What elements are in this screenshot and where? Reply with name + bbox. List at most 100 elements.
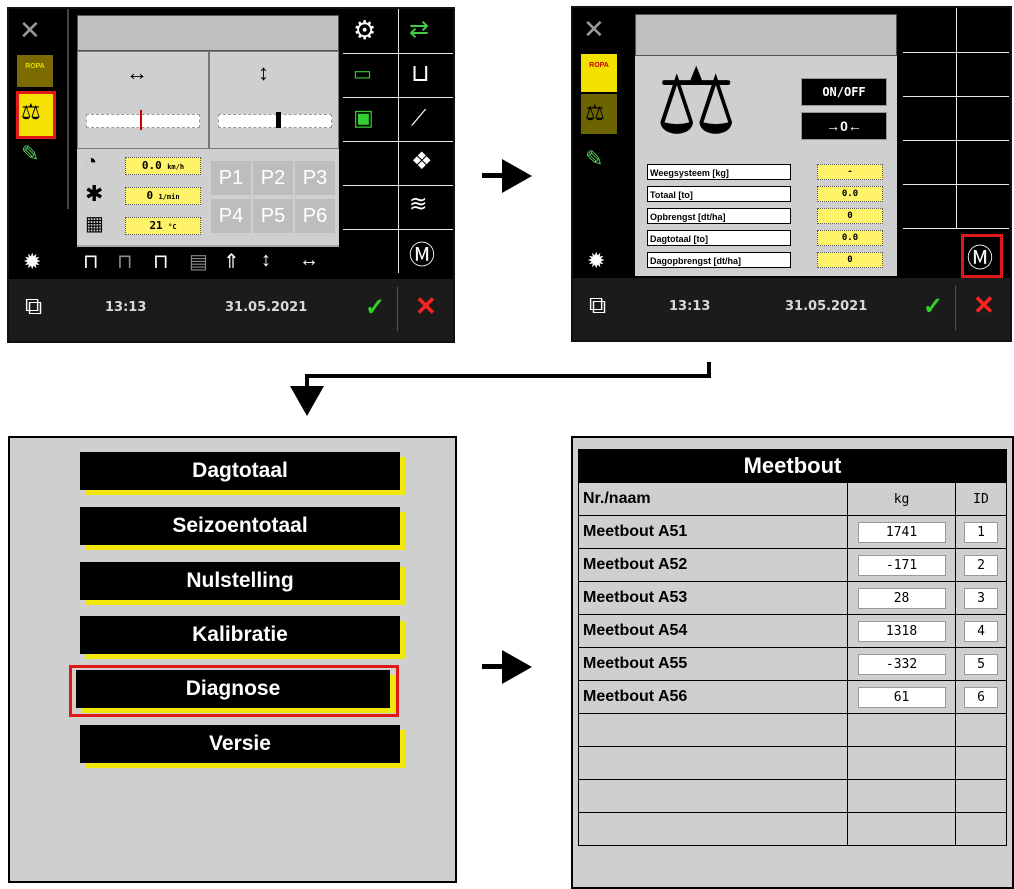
menu-m-icon-2: Ⓜ [967,243,994,273]
kg-value: -171 [857,554,946,576]
clock-date-2: 31.05.2021 [785,299,868,314]
table-row[interactable]: Meetbout A55 -332 5 [577,647,1007,681]
confirm-check-icon-2[interactable]: ✓ [923,292,943,321]
seat-icon[interactable]: ⊓ [117,249,133,274]
row-label: Dagopbrengst [dt/ha] [647,252,791,268]
brightness-icon[interactable]: ✹ [23,249,41,275]
window-switch-icon[interactable]: ⧉ [25,293,42,321]
axle-icon[interactable]: ↕ [261,249,271,272]
meetbout-name: Meetbout A51 [577,515,849,549]
left-sidebar-2: ✕ ROPA ⚖ ✎ ✹ [573,8,627,278]
row-label: Opbrengst [dt/ha] [647,208,791,224]
transfer-icon[interactable]: ⇄ [409,15,429,44]
width-icon[interactable]: ↔ [299,249,319,272]
bottom-icon-strip: ⊓ ⊓ ⊓ ▤ ⇑ ↕ ↔ [77,245,339,275]
module-icon[interactable]: ▣ [353,105,374,131]
table-row[interactable]: Meetbout A53 28 3 [577,581,1007,615]
arrow-right-1 [502,159,532,193]
onoff-button[interactable]: ON/OFF [801,78,887,106]
terminal-screen-weighing: ✕ ROPA ⚖ ✎ ✹ ⚖ ON/OFF →0← Weegsysteem [k… [571,6,1012,342]
right-empty-column: Ⓜ [903,8,1009,278]
id-value: 6 [964,686,998,708]
menu-nulstelling[interactable]: Nulstelling [80,562,400,600]
notebook-icon[interactable]: ✎ [21,141,39,167]
preset-p5[interactable]: P5 [253,199,293,233]
kg-value: 1741 [857,521,946,543]
row-value: - [817,164,883,180]
preset-p6[interactable]: P6 [295,199,335,233]
weighing-panel: ⚖ ON/OFF →0← Weegsysteem [kg] - Totaal [… [635,14,897,276]
meetbout-name: Meetbout A54 [577,614,849,648]
scale-icon-2: ⚖ [585,100,605,125]
connector-horizontal [305,374,711,378]
menu-versie[interactable]: Versie [80,725,400,763]
cancel-x-icon-2[interactable]: ✕ [973,290,995,321]
settings-cycle-icon[interactable]: ⚙ [353,15,376,46]
kg-value: 1318 [857,620,946,642]
kg-value: 28 [857,587,946,609]
steering-icon[interactable]: ⊓ [153,249,169,274]
panel-icon[interactable]: ▤ [189,249,208,274]
track-width-panel: ↔ [77,51,209,149]
status-bar: ⧉ 13:13 31.05.2021 ✓ ✕ [9,279,453,341]
row-dagopbrengst: Dagopbrengst [dt/ha] 0 [647,250,887,272]
row-value: 0 [817,252,883,268]
empty-row [577,746,1007,780]
arrow-down [290,386,324,416]
table-header-row: Nr./naam kg ID [577,482,1007,516]
left-sidebar: ✕ ROPA ⚖ ✎ ✹ [9,9,69,279]
meetbout-name: Meetbout A53 [577,581,849,615]
clock-time-2: 13:13 [669,299,711,314]
empty-row [577,713,1007,747]
table-row[interactable]: Meetbout A51 1741 1 [577,515,1007,549]
preset-p4[interactable]: P4 [211,199,251,233]
wrench-icon[interactable]: ✕ [19,15,41,46]
menu-diagnose[interactable]: Diagnose [76,670,390,708]
cancel-x-icon[interactable]: ✕ [415,291,437,322]
preset-p1[interactable]: P1 [211,161,251,195]
terminal-screen-main: ✕ ROPA ⚖ ✎ ✹ ↔ ↕ ◔ 0.0 km/h ✱ 0 1/min ▦ … [7,7,455,343]
row-weegsysteem: Weegsysteem [kg] - [647,162,887,184]
row-value: 0.0 [817,186,883,202]
row-dagtotaal: Dagtotaal [to] 0.0 [647,228,887,250]
meetbout-name: Meetbout A52 [577,548,849,582]
status-bar-2: ⧉ 13:13 31.05.2021 ✓ ✕ [573,278,1010,340]
table-row[interactable]: Meetbout A56 61 6 [577,680,1007,714]
row-opbrengst: Opbrengst [dt/ha] 0 [647,206,887,228]
menu-panel: Dagtotaal Seizoentotaal Nulstelling Kali… [8,436,457,883]
menu-kalibratie[interactable]: Kalibratie [80,616,400,654]
window-switch-icon-2[interactable]: ⧉ [589,292,606,320]
preset-p3[interactable]: P3 [295,161,335,195]
menu-dagtotaal[interactable]: Dagtotaal [80,452,400,490]
meetbout-table: Nr./naam kg ID Meetbout A51 1741 1 Meetb… [577,482,1007,846]
cabin-icon[interactable]: ⊓ [83,249,99,274]
notebook-icon-2[interactable]: ✎ [585,146,603,172]
id-value: 3 [964,587,998,609]
track-bar [86,114,200,128]
meetbout-name: Meetbout A55 [577,647,849,681]
battery-icon[interactable]: ▭ [353,61,372,86]
meetbout-name: Meetbout A56 [577,680,849,714]
cleaner-icon[interactable]: ❖ [411,147,433,176]
zero-button[interactable]: →0← [801,112,887,140]
table-row[interactable]: Meetbout A52 -171 2 [577,548,1007,582]
ropa-logo-2: ROPA [581,54,617,92]
confirm-check-icon[interactable]: ✓ [365,293,385,322]
right-icon-column: ⚙ ⇄ ▭ ⊔ ▣ ⟋ ❖ ≋ Ⓜ [343,9,453,279]
menu-seizoentotaal[interactable]: Seizoentotaal [80,507,400,545]
height-icon: ↕ [258,60,269,85]
row-label: Dagtotaal [to] [647,230,791,246]
lift-icon[interactable]: ⇑ [223,249,240,274]
balance-scale-icon: ⚖ [655,51,738,153]
brightness-icon-2[interactable]: ✹ [587,248,605,274]
blade-icon[interactable]: ⟋ [411,105,426,131]
wrench-icon-2[interactable]: ✕ [583,14,605,45]
conveyor-icon[interactable]: ≋ [409,191,427,217]
menu-m-icon[interactable]: Ⓜ [409,235,435,272]
speedometer-icon: ◔ [85,151,98,173]
empty-row [577,779,1007,813]
meetbout-title: Meetbout [578,449,1007,482]
bucket-icon[interactable]: ⊔ [411,59,430,88]
table-row[interactable]: Meetbout A54 1318 4 [577,614,1007,648]
preset-p2[interactable]: P2 [253,161,293,195]
